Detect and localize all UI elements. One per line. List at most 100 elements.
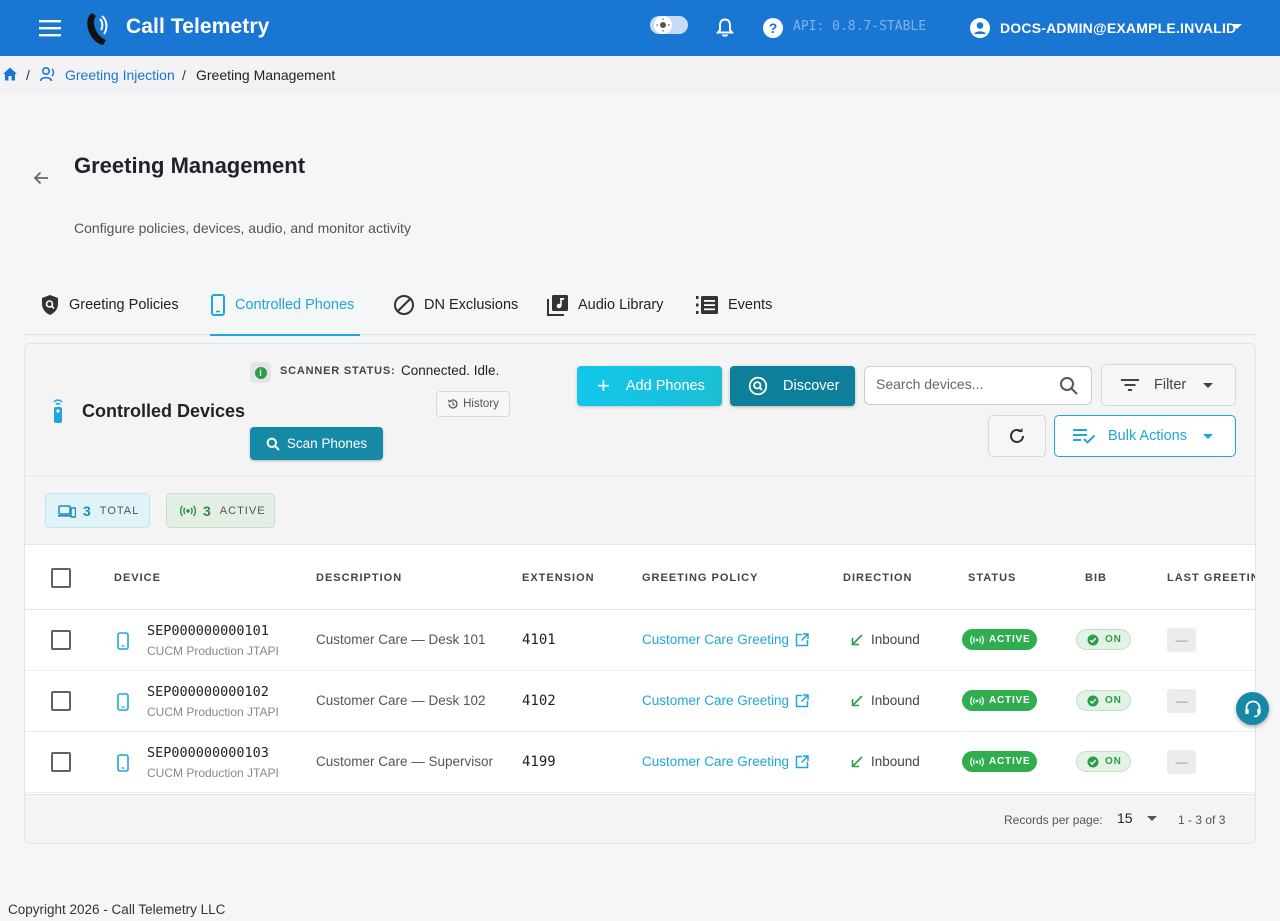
device-extension: 4199 <box>522 754 556 770</box>
tab-label: Controlled Phones <box>235 297 355 313</box>
scan-phones-button[interactable]: Scan Phones <box>250 427 383 460</box>
help-icon[interactable]: ? <box>762 17 784 39</box>
check-circle-icon <box>1087 695 1099 706</box>
music-library-icon <box>547 295 568 316</box>
bell-icon[interactable] <box>714 17 736 39</box>
theme-toggle-icon[interactable] <box>650 14 688 36</box>
menu-icon[interactable] <box>38 17 62 39</box>
last-greeting: — <box>1167 689 1196 713</box>
search-icon <box>266 437 280 451</box>
row-checkbox[interactable] <box>51 630 71 650</box>
chevron-down-icon <box>1146 815 1157 821</box>
policy-label: Customer Care Greeting <box>642 693 790 708</box>
phone-icon <box>117 693 129 711</box>
open-external-icon <box>795 754 809 768</box>
table-row[interactable]: SEP000000000101 CUCM Production JTAPI Cu… <box>25 610 1255 671</box>
refresh-button[interactable] <box>988 415 1046 457</box>
broadcast-icon <box>970 634 984 645</box>
column-header[interactable]: STATUS <box>968 572 1016 584</box>
column-header[interactable]: DIRECTION <box>843 572 913 584</box>
discover-button[interactable]: Discover <box>730 366 855 406</box>
column-header[interactable]: DESCRIPTION <box>316 572 402 584</box>
column-header[interactable]: GREETING POLICY <box>642 572 758 584</box>
device-extension: 4101 <box>522 632 556 648</box>
greeting-policy-link[interactable]: Customer Care Greeting <box>642 632 809 647</box>
check-circle-icon <box>1087 634 1099 645</box>
info-icon: i <box>250 362 271 383</box>
greeting-policy-link[interactable]: Customer Care Greeting <box>642 754 809 769</box>
bulk-actions-button[interactable]: Bulk Actions <box>1054 415 1236 457</box>
tab-controlled-phones[interactable]: Controlled Phones <box>210 276 360 336</box>
total-stat-chip: 3 TOTAL <box>45 493 150 528</box>
account-email[interactable]: DOCS-ADMIN@EXAMPLE.INVALID <box>1000 20 1236 36</box>
account-icon[interactable] <box>969 17 991 39</box>
table-footer: Records per page: 15 1 - 3 of 3 <box>25 794 1255 843</box>
filter-button[interactable]: Filter <box>1101 364 1236 406</box>
search-input[interactable] <box>876 376 1051 392</box>
list-icon <box>696 296 718 314</box>
history-button[interactable]: History <box>436 391 510 417</box>
arrow-inbound-icon <box>851 633 863 645</box>
tab-dn-exclusions[interactable]: DN Exclusions <box>393 276 518 334</box>
device-name: SEP000000000103 <box>147 745 269 761</box>
tab-label: Audio Library <box>578 297 664 313</box>
open-external-icon <box>795 632 809 646</box>
scanner-status-label: SCANNER STATUS: <box>280 365 396 377</box>
device-name: SEP000000000102 <box>147 684 269 700</box>
stats-bar: 3 TOTAL 3 ACTIVE <box>25 478 1255 545</box>
tab-audio-library[interactable]: Audio Library <box>547 276 663 334</box>
devices-icon <box>58 504 76 518</box>
column-header[interactable]: LAST GREETING <box>1167 572 1255 584</box>
device-description: Customer Care — Desk 102 <box>316 693 486 708</box>
tab-greeting-policies[interactable]: Greeting Policies <box>40 276 179 334</box>
table-row[interactable]: SEP000000000103 CUCM Production JTAPI Cu… <box>25 732 1255 793</box>
home-icon[interactable] <box>2 66 18 82</box>
chevron-down-icon <box>1203 382 1214 388</box>
shield-search-icon <box>42 295 58 315</box>
row-checkbox[interactable] <box>51 691 71 711</box>
device-source: CUCM Production JTAPI <box>147 705 279 719</box>
arrow-inbound-icon <box>851 755 863 767</box>
plus-icon: + <box>597 373 610 398</box>
tab-label: Greeting Policies <box>69 297 179 313</box>
chevron-down-icon <box>1203 433 1213 439</box>
column-header[interactable]: EXTENSION <box>522 572 595 584</box>
records-per-page-select[interactable]: 15 <box>1117 810 1157 826</box>
card-title: Controlled Devices <box>82 401 246 421</box>
greeting-injection-icon <box>39 66 55 82</box>
column-header[interactable]: BIB <box>1085 572 1107 584</box>
active-count: 3 <box>203 502 211 519</box>
breadcrumb: / Greeting Injection / Greeting Manageme… <box>0 56 1280 94</box>
direction: Inbound <box>851 754 920 769</box>
breadcrumb-greeting-injection[interactable]: Greeting Injection <box>65 67 175 83</box>
select-all-checkbox[interactable] <box>51 568 71 588</box>
phone-icon <box>117 754 129 772</box>
tab-label: Events <box>728 297 773 313</box>
status-label: ACTIVE <box>989 756 1031 767</box>
direction-label: Inbound <box>871 693 920 708</box>
support-button[interactable] <box>1236 692 1269 725</box>
page-subtitle: Configure policies, devices, audio, and … <box>74 220 411 236</box>
device-description: Customer Care — Supervisor <box>316 754 494 769</box>
bulk-actions-label: Bulk Actions <box>1108 428 1187 444</box>
greeting-policy-link[interactable]: Customer Care Greeting <box>642 693 809 708</box>
tab-events[interactable]: Events <box>695 276 772 334</box>
broadcast-icon <box>970 756 984 767</box>
app-bar: Call Telemetry ? API: 0.8.7-STABLE DOCS-… <box>0 0 1280 56</box>
breadcrumb-current: Greeting Management <box>196 67 336 83</box>
back-arrow-icon[interactable] <box>31 168 51 188</box>
row-checkbox[interactable] <box>51 752 71 772</box>
table-row[interactable]: SEP000000000102 CUCM Production JTAPI Cu… <box>25 671 1255 732</box>
column-header[interactable]: DEVICE <box>114 572 161 584</box>
policy-label: Customer Care Greeting <box>642 632 790 647</box>
direction: Inbound <box>851 632 920 647</box>
device-name: SEP000000000101 <box>147 623 269 639</box>
table-header: DEVICE DESCRIPTION EXTENSION GREETING PO… <box>25 545 1255 610</box>
direction-label: Inbound <box>871 754 920 769</box>
add-phones-button[interactable]: + Add Phones <box>577 366 722 406</box>
chevron-down-icon[interactable] <box>1232 24 1242 29</box>
search-icon[interactable] <box>1059 376 1079 396</box>
bib-label: ON <box>1105 756 1122 767</box>
status-label: ACTIVE <box>989 695 1031 706</box>
headset-icon <box>1244 700 1261 717</box>
